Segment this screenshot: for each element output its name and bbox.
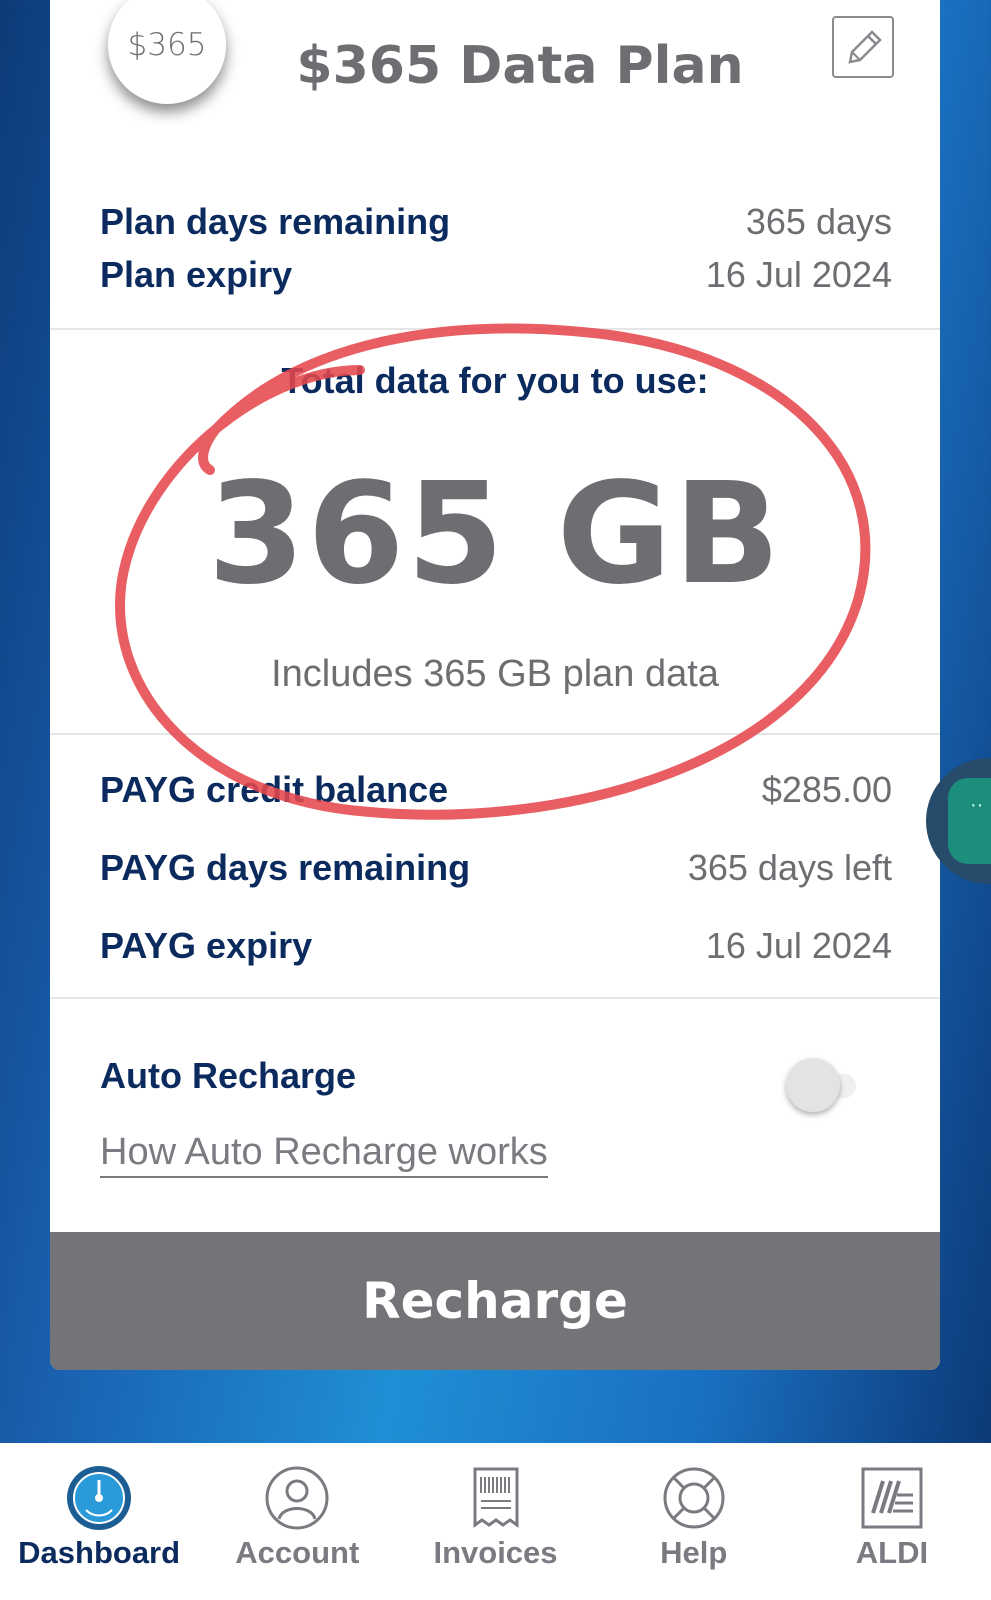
total-data-caption: Total data for you to use: [281,360,709,401]
included-data-note: Includes 365 GB plan data [271,653,719,695]
plan-title: $365 Data Plan [296,36,744,96]
dashboard-icon [67,1466,132,1530]
nav-label-aldi: ALDI [855,1535,929,1570]
invoice-icon [473,1467,518,1528]
auto-recharge-toggle[interactable] [772,1058,862,1112]
pencil-icon [848,30,882,64]
toggle-knob [786,1058,840,1112]
plan-expiry-label: Plan expiry [100,254,293,295]
payg-days-row: PAYG days remaining 365 days left [100,846,892,890]
recharge-button[interactable]: Recharge [50,1232,940,1370]
nav-item-account[interactable]: Account [198,1443,396,1600]
nav-label-help: Help [660,1535,728,1570]
nav-label-dashboard: Dashboard [18,1535,181,1570]
how-auto-recharge-works-link[interactable]: How Auto Recharge works [100,1130,548,1178]
payg-credit-label: PAYG credit balance [100,769,449,810]
more-dots-icon: ·· [970,794,984,816]
plan-expiry-value: 16 Jul 2024 [705,254,892,295]
divider [50,997,940,999]
account-icon [265,1466,329,1530]
plan-days-remaining-row: Plan days remaining 365 days [100,200,892,244]
plan-days-remaining-value: 365 days [745,201,892,242]
payg-credit-value: $285.00 [761,769,892,810]
nav-item-invoices[interactable]: Invoices [396,1443,594,1600]
nav-item-dashboard[interactable]: Dashboard [0,1443,198,1600]
side-chat-tab-inner [948,778,991,864]
divider [50,733,940,735]
help-lifebuoy-icon [663,1467,725,1529]
nav-label-invoices: Invoices [433,1535,558,1570]
divider [50,328,940,330]
payg-expiry-label: PAYG expiry [100,925,313,966]
total-data-amount: 365 GB [207,453,783,616]
plan-badge-text: $365 [127,27,207,63]
nav-item-help[interactable]: Help [595,1443,793,1600]
edit-button[interactable] [832,16,894,78]
auto-recharge-label: Auto Recharge [100,1055,357,1096]
plan-expiry-row: Plan expiry 16 Jul 2024 [100,253,892,297]
payg-days-value: 365 days left [687,847,892,888]
plan-days-remaining-label: Plan days remaining [100,201,451,242]
payg-expiry-row: PAYG expiry 16 Jul 2024 [100,924,892,968]
payg-expiry-value: 16 Jul 2024 [705,925,892,966]
payg-credit-row: PAYG credit balance $285.00 [100,768,892,812]
payg-days-label: PAYG days remaining [100,847,471,888]
nav-label-account: Account [235,1535,360,1570]
bottom-navigation: Dashboard Account Invoices Help ALDI [0,1443,991,1600]
plan-card: $365 $365 Data Plan Plan days remaining … [50,0,940,1370]
aldi-logo-icon [861,1467,923,1529]
plan-price-badge: $365 [108,0,226,104]
nav-item-aldi[interactable]: ALDI [793,1443,991,1600]
